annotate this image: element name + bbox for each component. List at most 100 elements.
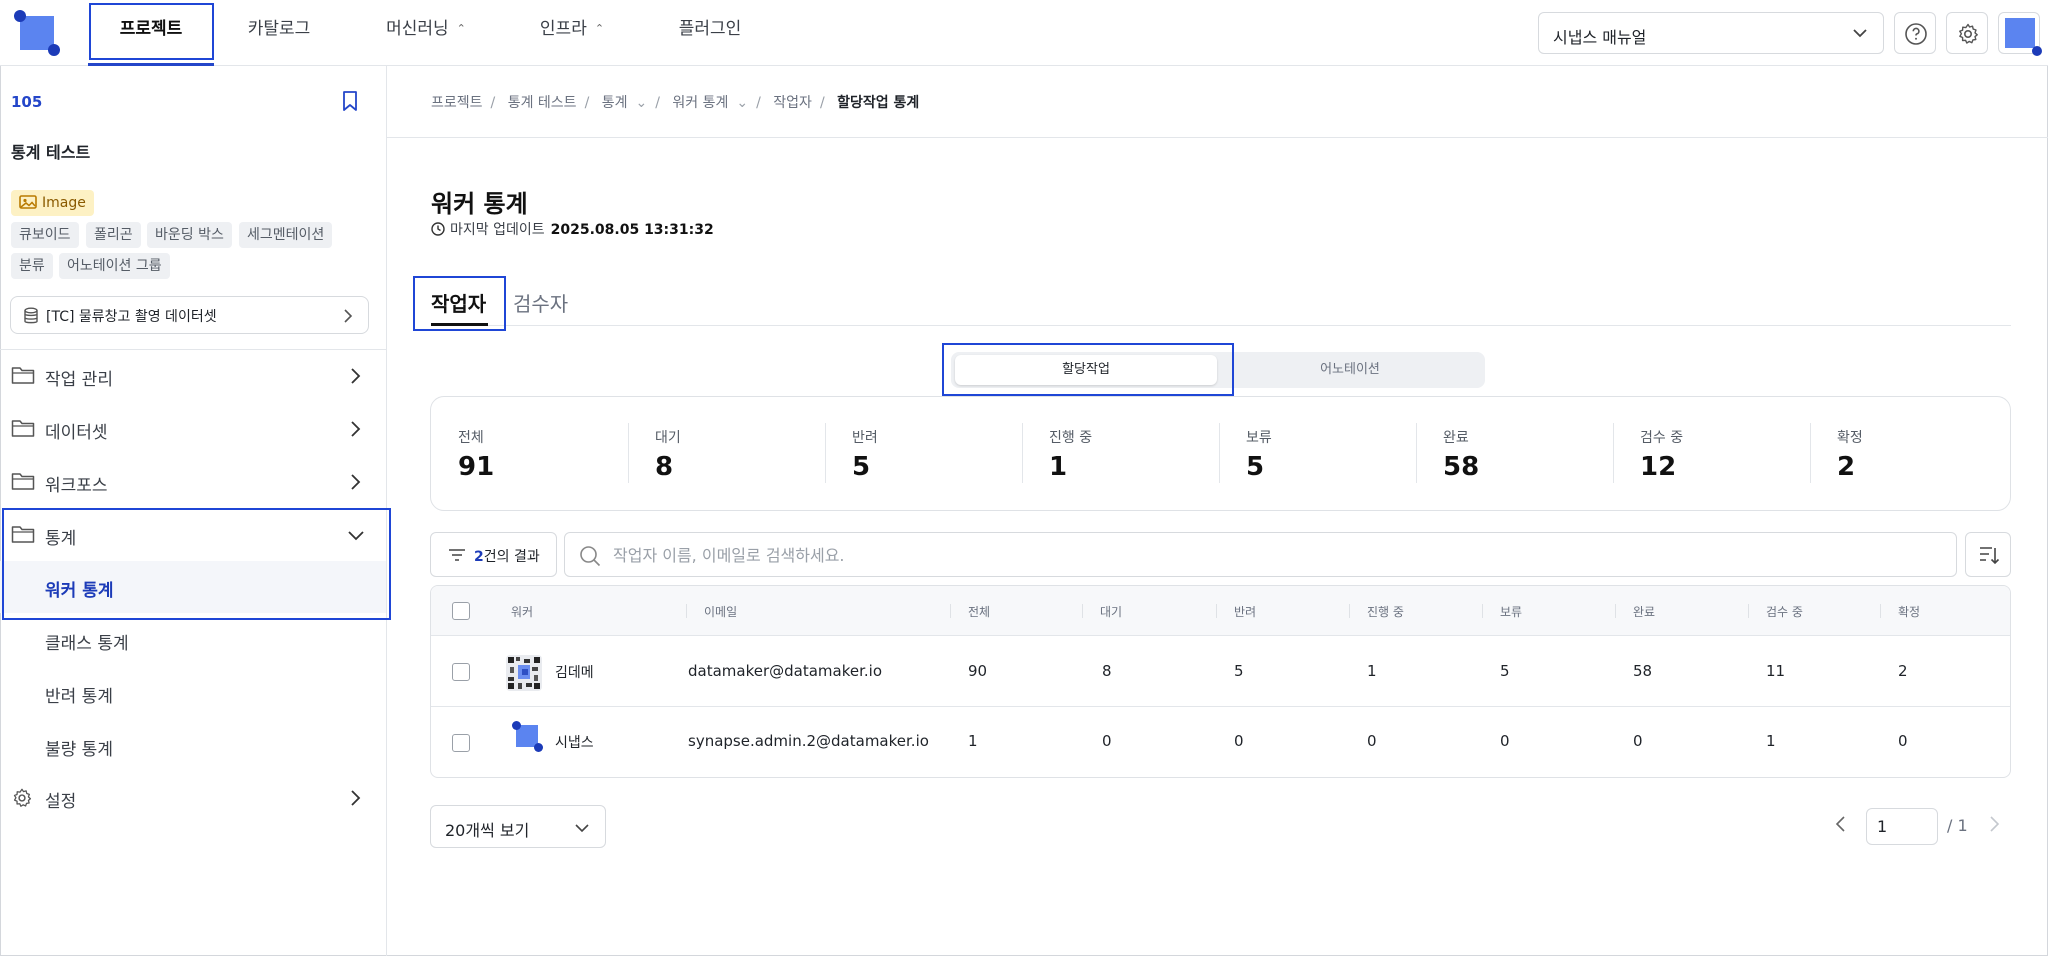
nav-infra[interactable]: 인프라 ⌃: [532, 0, 612, 60]
stat-value: 5: [852, 452, 871, 482]
stat-card: 확정 2: [1810, 397, 2007, 510]
cell-waiting: 8: [1102, 662, 1112, 680]
stat-card: 완료 58: [1416, 397, 1613, 510]
folder-icon: [11, 473, 35, 490]
chevron-down-icon: ⌄: [736, 95, 749, 111]
sidebar-item-label: 워커 통계: [45, 581, 114, 601]
sidebar-item-settings[interactable]: 설정: [0, 772, 386, 824]
stat-card: 보류 5: [1219, 397, 1416, 510]
cell-reviewing: 1: [1766, 732, 1776, 750]
last-update: 마지막 업데이트 2025.08.05 13:31:32: [431, 219, 714, 239]
stat-value: 1: [1049, 452, 1068, 482]
last-update-value: 2025.08.05 13:31:32: [550, 222, 714, 238]
sidebar-item-task-management[interactable]: 작업 관리: [0, 350, 386, 402]
bookmark-icon[interactable]: [340, 90, 360, 112]
cell-total: 90: [968, 662, 988, 680]
filter-button[interactable]: 2건의 결과: [430, 532, 557, 577]
row-checkbox[interactable]: [452, 663, 470, 681]
cell-done: 0: [1633, 732, 1643, 750]
stat-card: 검수 중 12: [1613, 397, 1810, 510]
help-button[interactable]: [1894, 12, 1936, 54]
sidebar-item-class-stats[interactable]: 클래스 통계: [0, 614, 386, 666]
stat-card: 대기 8: [628, 397, 825, 510]
sidebar-item-statistics[interactable]: 통계: [0, 509, 386, 561]
chevron-right-icon[interactable]: [1985, 814, 2003, 834]
page-title: 워커 통계: [431, 190, 528, 218]
column-header[interactable]: 대기: [1100, 603, 1122, 620]
per-page-select[interactable]: 20개씩 보기: [430, 805, 606, 848]
column-header[interactable]: 진행 중: [1367, 603, 1404, 620]
sort-button[interactable]: [1965, 532, 2011, 577]
select-all-checkbox[interactable]: [452, 602, 470, 620]
sidebar-item-label: 데이터셋: [45, 423, 108, 443]
chevron-right-icon: [351, 421, 361, 437]
stat-label: 전체: [458, 430, 484, 446]
chevron-right-icon: [351, 474, 361, 490]
settings-button[interactable]: [1946, 12, 1988, 54]
user-avatar[interactable]: [1998, 12, 2042, 56]
sidebar-item-defect-stats[interactable]: 불량 통계: [0, 720, 386, 772]
top-navigation: 프로젝트 카탈로그 머신러닝 ⌃ 인프라 ⌃ 플러그인 시냅스 매뉴얼: [0, 0, 2048, 66]
chevron-left-icon[interactable]: [1832, 814, 1850, 834]
column-header[interactable]: 이메일: [704, 603, 737, 620]
table-row[interactable]: 시냅스 synapse.admin.2@datamaker.io 1 0 0 0…: [431, 708, 2010, 777]
sidebar-item-label: 통계: [45, 529, 77, 549]
nav-catalog[interactable]: 카탈로그: [238, 0, 320, 60]
app-logo[interactable]: [14, 10, 60, 56]
image-icon: [19, 195, 37, 209]
column-header[interactable]: 확정: [1898, 603, 1920, 620]
breadcrumb-item[interactable]: 통계 테스트: [508, 95, 577, 111]
page-input[interactable]: [1866, 808, 1938, 845]
sidebar: 105 통계 테스트 Image 큐보이드 폴리곤 바운딩 박스 세그멘테이션 …: [0, 66, 391, 956]
sidebar-item-datasets[interactable]: 데이터셋: [0, 403, 386, 455]
search-input[interactable]: [613, 541, 1913, 569]
dataset-name: [TC] 물류창고 촬영 데이터셋: [46, 309, 217, 325]
column-header[interactable]: 반려: [1234, 603, 1256, 620]
segment-assigned-tasks[interactable]: 할당작업: [955, 355, 1217, 385]
tag: 바운딩 박스: [147, 222, 232, 248]
row-checkbox[interactable]: [452, 734, 470, 752]
column-header[interactable]: 워커: [511, 603, 533, 620]
tab-worker[interactable]: 작업자: [431, 288, 486, 317]
stat-label: 검수 중: [1640, 430, 1684, 446]
sidebar-item-workforce[interactable]: 워크포스: [0, 456, 386, 508]
tab-reviewer[interactable]: 검수자: [513, 288, 568, 317]
folder-icon: [11, 420, 35, 437]
nav-machine-learning[interactable]: 머신러닝 ⌃: [376, 0, 476, 60]
breadcrumb-item[interactable]: 통계: [602, 95, 628, 111]
column-header[interactable]: 전체: [968, 603, 990, 620]
cell-done: 58: [1633, 662, 1653, 680]
table-row[interactable]: 김데메 datamaker@datamaker.io 90 8 5 1 5 58…: [431, 637, 2010, 707]
breadcrumb-current: 할당작업 통계: [837, 95, 920, 111]
stat-label: 반려: [852, 430, 878, 446]
sidebar-item-label: 불량 통계: [45, 740, 113, 760]
segment-annotation[interactable]: 어노테이션: [1219, 355, 1481, 385]
worker-email: datamaker@datamaker.io: [688, 662, 883, 680]
nav-infra-label: 인프라: [539, 19, 587, 39]
dataset-link[interactable]: [TC] 물류창고 촬영 데이터셋: [10, 296, 369, 334]
column-header[interactable]: 보류: [1500, 603, 1522, 620]
column-header[interactable]: 완료: [1633, 603, 1655, 620]
stat-card: 전체 91: [431, 397, 628, 510]
breadcrumb-item[interactable]: 워커 통계: [672, 95, 728, 111]
stat-value: 5: [1246, 452, 1265, 482]
manual-select[interactable]: 시냅스 매뉴얼: [1538, 12, 1884, 54]
tab-active-indicator: [431, 323, 488, 326]
cell-on-hold: 5: [1500, 662, 1510, 680]
cell-rejected: 5: [1234, 662, 1244, 680]
sidebar-item-reject-stats[interactable]: 반려 통계: [0, 667, 386, 719]
tag: 폴리곤: [86, 222, 141, 248]
clock-icon: [431, 222, 445, 236]
nav-plugins[interactable]: 플러그인: [670, 0, 750, 60]
breadcrumb-item[interactable]: 프로젝트: [431, 95, 483, 111]
nav-projects[interactable]: 프로젝트: [96, 0, 206, 60]
project-id: 105: [11, 93, 43, 111]
sidebar-item-label: 클래스 통계: [45, 634, 129, 654]
segment-control: 할당작업 어노테이션: [951, 352, 1485, 388]
avatar: [512, 721, 543, 752]
breadcrumb-item[interactable]: 작업자: [773, 95, 812, 111]
result-suffix: 건의 결과: [483, 549, 540, 565]
sidebar-item-worker-stats[interactable]: 워커 통계: [0, 561, 386, 613]
column-header[interactable]: 검수 중: [1766, 603, 1803, 620]
project-name: 통계 테스트: [11, 143, 91, 162]
